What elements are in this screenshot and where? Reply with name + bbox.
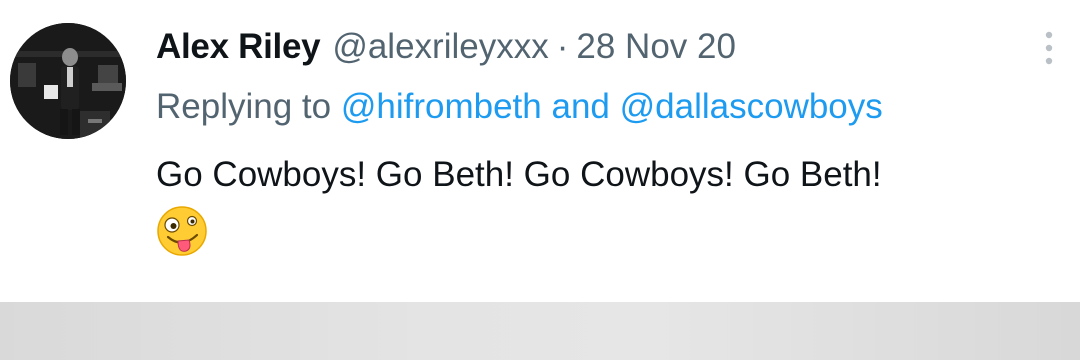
mention-link[interactable]: @hifrombeth: [341, 87, 542, 126]
next-content-area: [0, 302, 1080, 360]
replying-prefix: Replying to: [156, 87, 332, 126]
tweet-date[interactable]: 28 Nov 20: [576, 22, 736, 72]
replying-to: Replying to @hifrombeth and @dallascowbo…: [156, 82, 883, 132]
avatar-photo: [10, 23, 126, 139]
mention-conjunction: and: [551, 87, 610, 126]
avatar[interactable]: [10, 23, 126, 139]
tweet-header: Alex Riley @alexrileyxxx · 28 Nov 20: [156, 22, 736, 72]
more-vertical-icon[interactable]: [1038, 28, 1060, 68]
mention-link[interactable]: @dallascowboys: [620, 87, 883, 126]
tweet-text: Go Cowboys! Go Beth! Go Cowboys! Go Beth…: [156, 155, 882, 194]
author-handle[interactable]: @alexrileyxxx: [332, 22, 548, 72]
separator-dot: ·: [556, 27, 569, 66]
author-name[interactable]: Alex Riley: [156, 22, 321, 72]
reply-tweet[interactable]: Alex Riley @alexrileyxxx · 28 Nov 20 Rep…: [0, 0, 1080, 300]
zany-face-emoji: [156, 205, 208, 257]
